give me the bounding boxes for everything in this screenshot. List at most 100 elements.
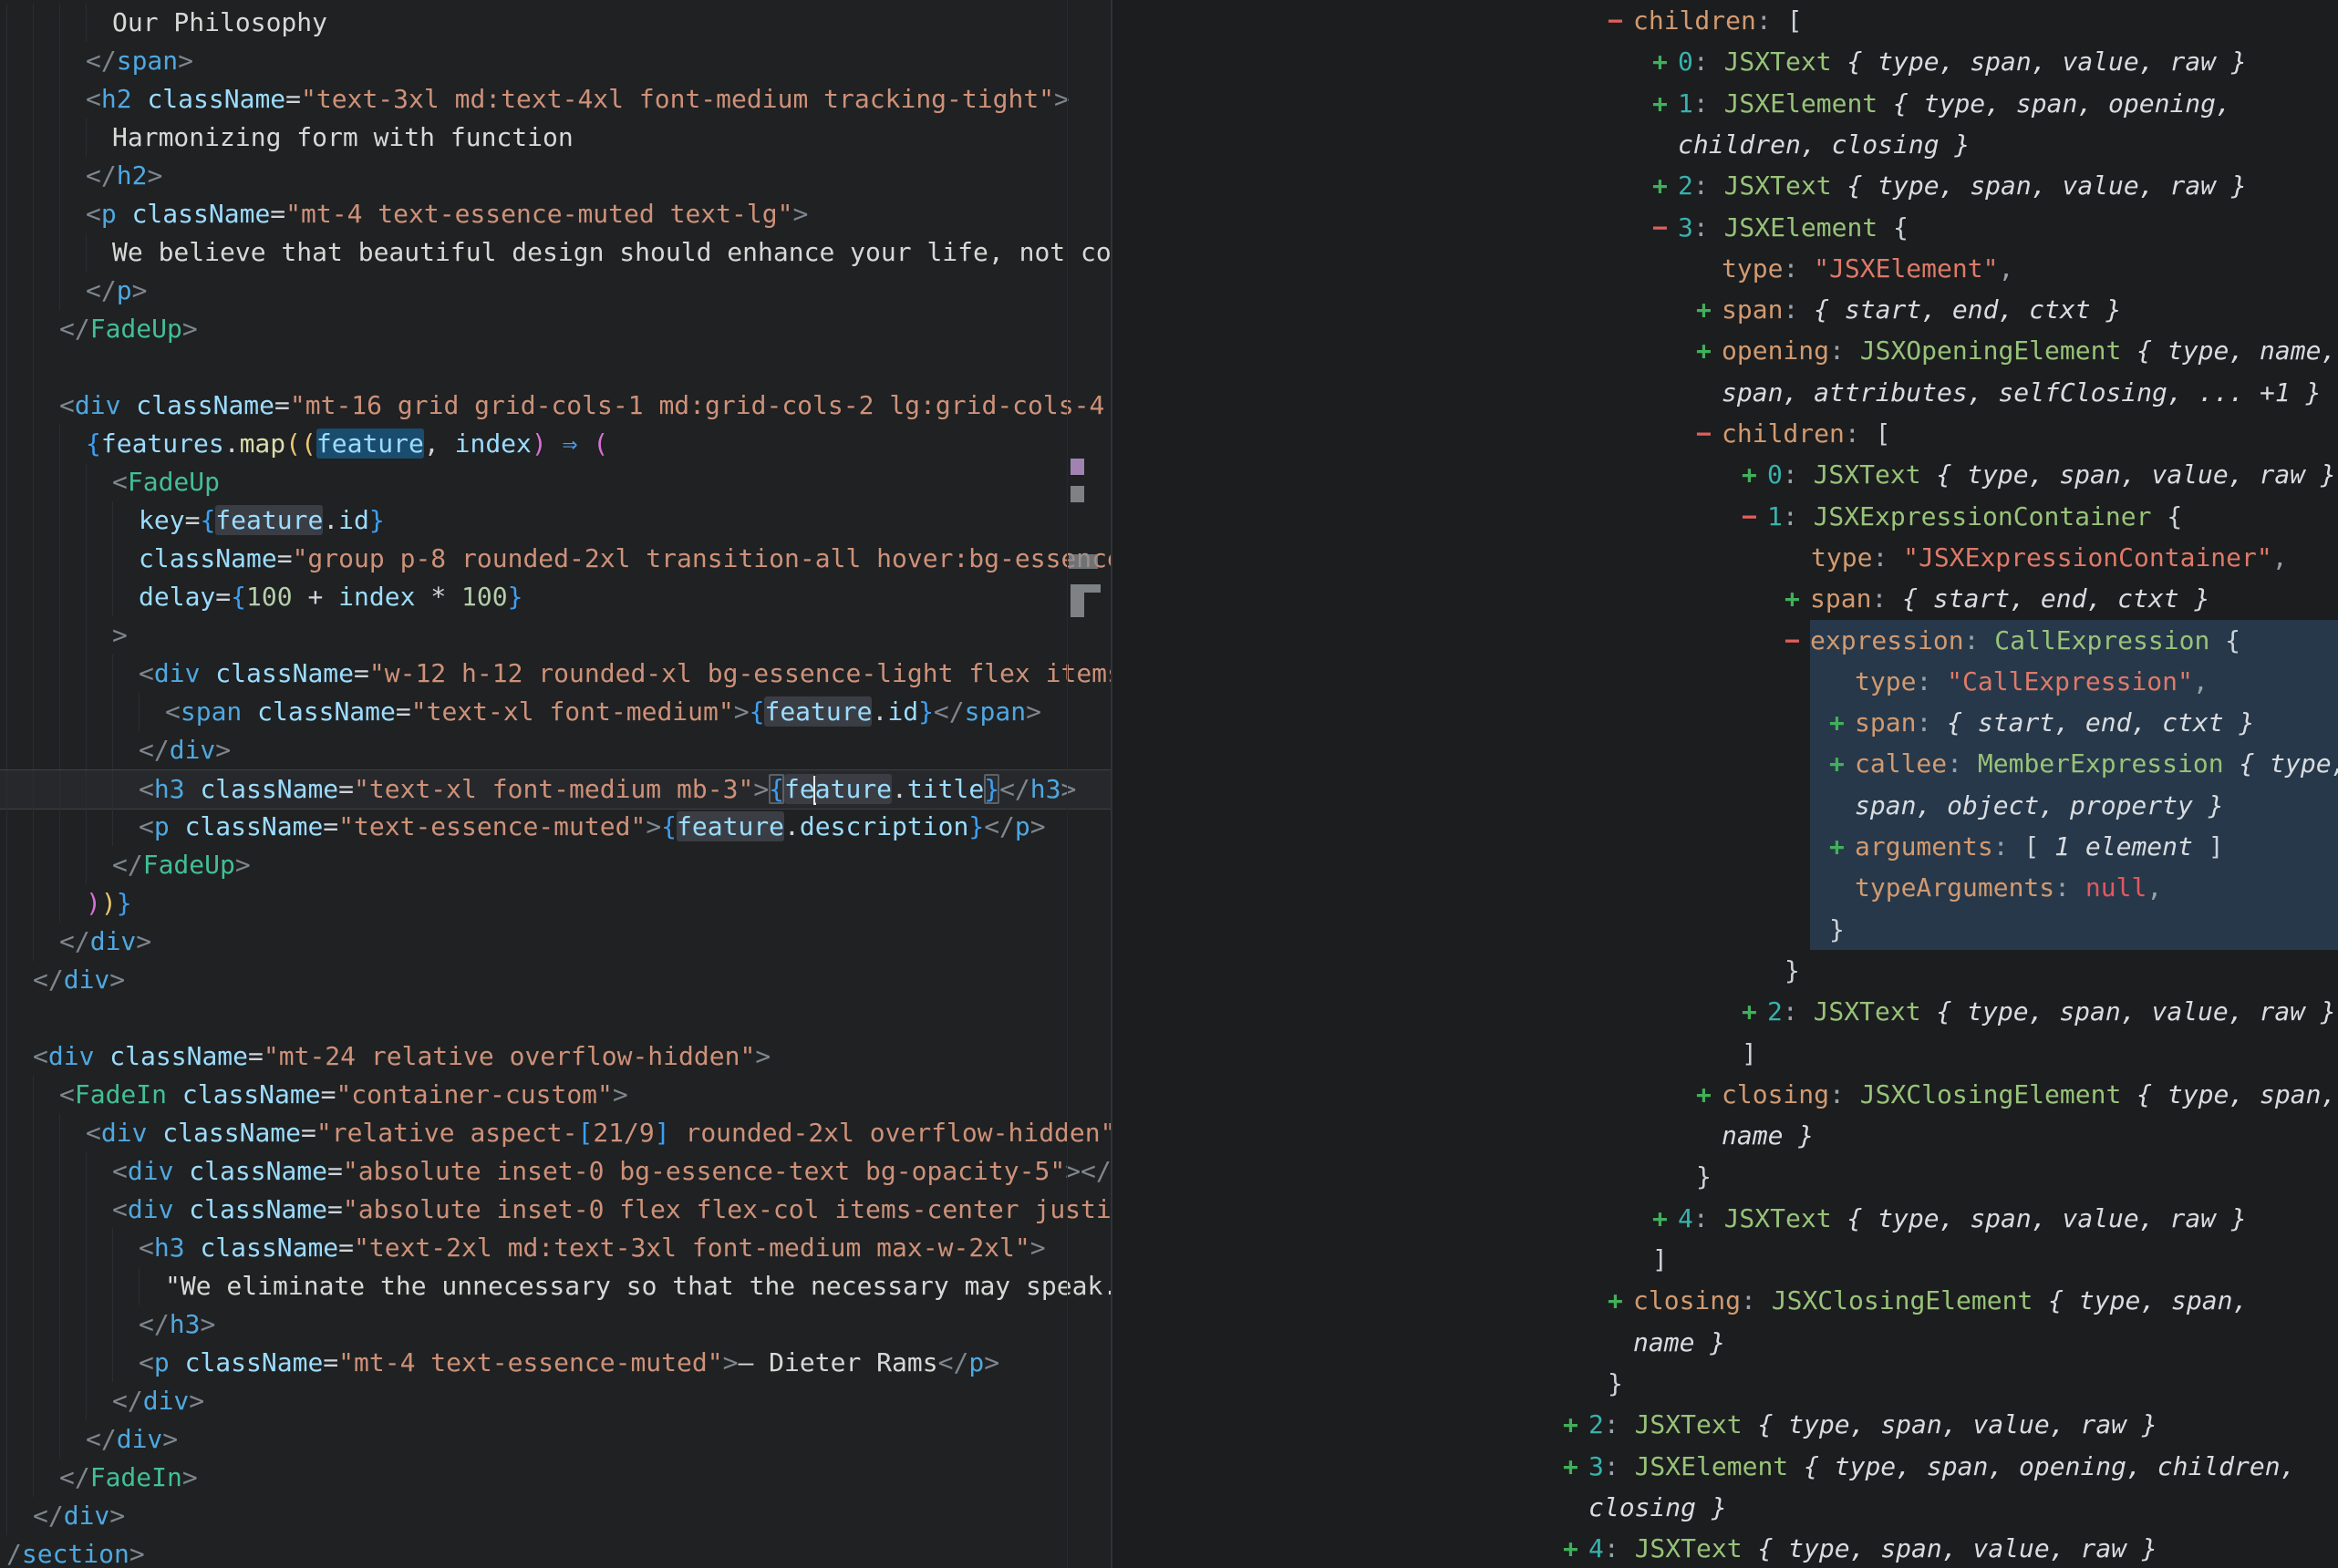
ast-line[interactable]: −3: JSXElement {	[1112, 207, 1909, 248]
ast-line[interactable]: +opening: JSXOpeningElement { type, name…	[1112, 330, 2336, 371]
collapse-icon[interactable]: −	[1785, 620, 1810, 661]
code-line[interactable]: <p className="text-essence-muted">{featu…	[0, 808, 1111, 846]
code-line[interactable]: <FadeIn className="container-custom">	[0, 1076, 1111, 1114]
code-line[interactable]: </FadeUp>	[0, 310, 1111, 348]
code-line[interactable]: className="group p-8 rounded-2xl transit…	[0, 540, 1111, 578]
ast-line[interactable]: name }	[1112, 1115, 1814, 1156]
code-line[interactable]: </div>	[0, 923, 1111, 961]
ast-line[interactable]: +span: { start, end, ctxt }	[1112, 702, 2254, 743]
code-line[interactable]: </FadeIn>	[0, 1459, 1111, 1497]
code-line[interactable]: {features.map((feature, index) ⇒ (	[0, 425, 1111, 463]
ast-line[interactable]: +0: JSXText { type, span, value, raw }	[1112, 41, 2247, 82]
code-line[interactable]: /section>	[0, 1535, 1111, 1568]
ast-line[interactable]: +2: JSXText { type, span, value, raw }	[1112, 1404, 2157, 1445]
code-line[interactable]: delay={100 + index * 100}	[0, 578, 1111, 616]
code-line[interactable]: <p className="mt-4 text-essence-muted">—…	[0, 1344, 1111, 1382]
code-line[interactable]: </div>	[0, 1497, 1111, 1535]
code-line[interactable]: We believe that beautiful design should …	[0, 233, 1111, 272]
code-line[interactable]: <p className="mt-4 text-essence-muted te…	[0, 195, 1111, 233]
code-line[interactable]: <div className="mt-24 relative overflow-…	[0, 1037, 1111, 1076]
expand-icon[interactable]: +	[1652, 41, 1678, 82]
code-line[interactable]: </div>	[0, 1420, 1111, 1459]
ast-line[interactable]: ]	[1112, 1033, 1757, 1074]
expand-icon[interactable]: +	[1608, 1280, 1633, 1321]
ast-line[interactable]: +1: JSXElement { type, span, opening,	[1112, 83, 2231, 124]
code-line[interactable]: Harmonizing form with function	[0, 119, 1111, 157]
collapse-icon[interactable]: −	[1742, 496, 1767, 537]
ast-line[interactable]: span, attributes, selfClosing, ... +1 }	[1112, 372, 2321, 413]
code-line[interactable]: >	[0, 616, 1111, 655]
code-line[interactable]	[0, 999, 1111, 1037]
code-line[interactable]: <FadeUp	[0, 463, 1111, 501]
ast-line[interactable]: }	[1112, 909, 1845, 950]
code-line[interactable]: <div className="absolute inset-0 flex fl…	[0, 1191, 1111, 1229]
ast-line[interactable]: +0: JSXText { type, span, value, raw }	[1112, 454, 2336, 495]
code-line[interactable]: </h2>	[0, 157, 1111, 195]
expand-icon[interactable]: +	[1696, 330, 1722, 371]
ast-line[interactable]: +span: { start, end, ctxt }	[1112, 578, 2209, 619]
ast-line[interactable]: +4: JSXText { type, span, value, raw }	[1112, 1198, 2247, 1239]
ast-line[interactable]: +2: JSXText { type, span, value, raw }	[1112, 991, 2336, 1032]
ast-line[interactable]: span, object, property }	[1112, 785, 2224, 826]
expand-icon[interactable]: +	[1742, 454, 1767, 495]
code-line-current[interactable]: <h3 className="text-xl font-medium mb-3"…	[0, 769, 1111, 810]
expand-icon[interactable]: +	[1829, 702, 1855, 743]
expand-icon[interactable]: +	[1785, 578, 1810, 619]
code-line[interactable]: </span>	[0, 42, 1111, 80]
ast-panel[interactable]: −children: [+0: JSXText { type, span, va…	[1112, 0, 2338, 1568]
code-line[interactable]: <div className="w-12 h-12 rounded-xl bg-…	[0, 655, 1111, 693]
code-line[interactable]: <div className="mt-16 grid grid-cols-1 m…	[0, 387, 1111, 425]
ast-line[interactable]: closing }	[1112, 1487, 1727, 1528]
expand-icon[interactable]: +	[1563, 1446, 1588, 1487]
ast-line[interactable]: children, closing }	[1112, 124, 1970, 165]
code-line[interactable]: key={feature.id}	[0, 501, 1111, 540]
ast-line[interactable]: +closing: JSXClosingElement { type, span…	[1112, 1074, 2336, 1115]
ast-line[interactable]: −children: [	[1112, 413, 1890, 454]
ast-line[interactable]: ]	[1112, 1239, 1668, 1280]
ast-line[interactable]: type: "JSXExpressionContainer",	[1112, 537, 2288, 578]
ast-line[interactable]: −children: [	[1112, 0, 1802, 41]
code-line[interactable]: <div className="relative aspect-[21/9] r…	[0, 1114, 1111, 1152]
code-line[interactable]: </p>	[0, 272, 1111, 310]
expand-icon[interactable]: +	[1563, 1404, 1588, 1445]
code-line[interactable]: </div>	[0, 961, 1111, 999]
expand-icon[interactable]: +	[1652, 83, 1678, 124]
ast-line[interactable]: typeArguments: null,	[1112, 867, 2162, 908]
ast-line[interactable]: }	[1112, 950, 1800, 991]
ast-line[interactable]: +4: JSXText { type, span, value, raw }	[1112, 1528, 2157, 1568]
expand-icon[interactable]: +	[1742, 991, 1767, 1032]
code-line[interactable]: <h2 className="text-3xl md:text-4xl font…	[0, 80, 1111, 119]
code-line[interactable]: </div>	[0, 731, 1111, 769]
code-line[interactable]	[0, 348, 1111, 387]
collapse-icon[interactable]: −	[1608, 0, 1633, 41]
expand-icon[interactable]: +	[1563, 1528, 1588, 1568]
collapse-icon[interactable]: −	[1696, 413, 1722, 454]
ast-line[interactable]: type: "CallExpression",	[1112, 661, 2209, 702]
ast-line[interactable]: +2: JSXText { type, span, value, raw }	[1112, 165, 2247, 206]
code-line[interactable]: ))}	[0, 884, 1111, 923]
expand-icon[interactable]: +	[1829, 826, 1855, 867]
ast-line[interactable]: −1: JSXExpressionContainer {	[1112, 496, 2182, 537]
ast-line[interactable]: }	[1112, 1156, 1712, 1197]
code-editor-panel[interactable]: Our Philosophy</span><h2 className="text…	[0, 0, 1111, 1568]
ast-line[interactable]: +callee: MemberExpression { type,	[1112, 743, 2338, 784]
ast-line[interactable]: +3: JSXElement { type, span, opening, ch…	[1112, 1446, 2295, 1487]
expand-icon[interactable]: +	[1652, 165, 1678, 206]
code-line[interactable]: </FadeUp>	[0, 846, 1111, 884]
expand-icon[interactable]: +	[1696, 1074, 1722, 1115]
code-line[interactable]: Our Philosophy	[0, 4, 1111, 42]
expand-icon[interactable]: +	[1652, 1198, 1678, 1239]
expand-icon[interactable]: +	[1829, 743, 1855, 784]
ast-line[interactable]: −expression: CallExpression {	[1112, 620, 2240, 661]
code-line[interactable]: <h3 className="text-2xl md:text-3xl font…	[0, 1229, 1111, 1267]
code-line[interactable]: "We eliminate the unnecessary so that th…	[0, 1267, 1111, 1305]
code-line[interactable]: </h3>	[0, 1305, 1111, 1344]
collapse-icon[interactable]: −	[1652, 207, 1678, 248]
ast-line[interactable]: type: "JSXElement",	[1112, 248, 2013, 289]
code-line[interactable]: <div className="absolute inset-0 bg-esse…	[0, 1152, 1111, 1191]
code-line[interactable]: <span className="text-xl font-medium">{f…	[0, 693, 1111, 731]
ast-line[interactable]: +arguments: [ 1 element ]	[1112, 826, 2224, 867]
ast-line[interactable]: name }	[1112, 1322, 1725, 1363]
ast-line[interactable]: }	[1112, 1363, 1623, 1404]
ast-line[interactable]: +closing: JSXClosingElement { type, span…	[1112, 1280, 2248, 1321]
